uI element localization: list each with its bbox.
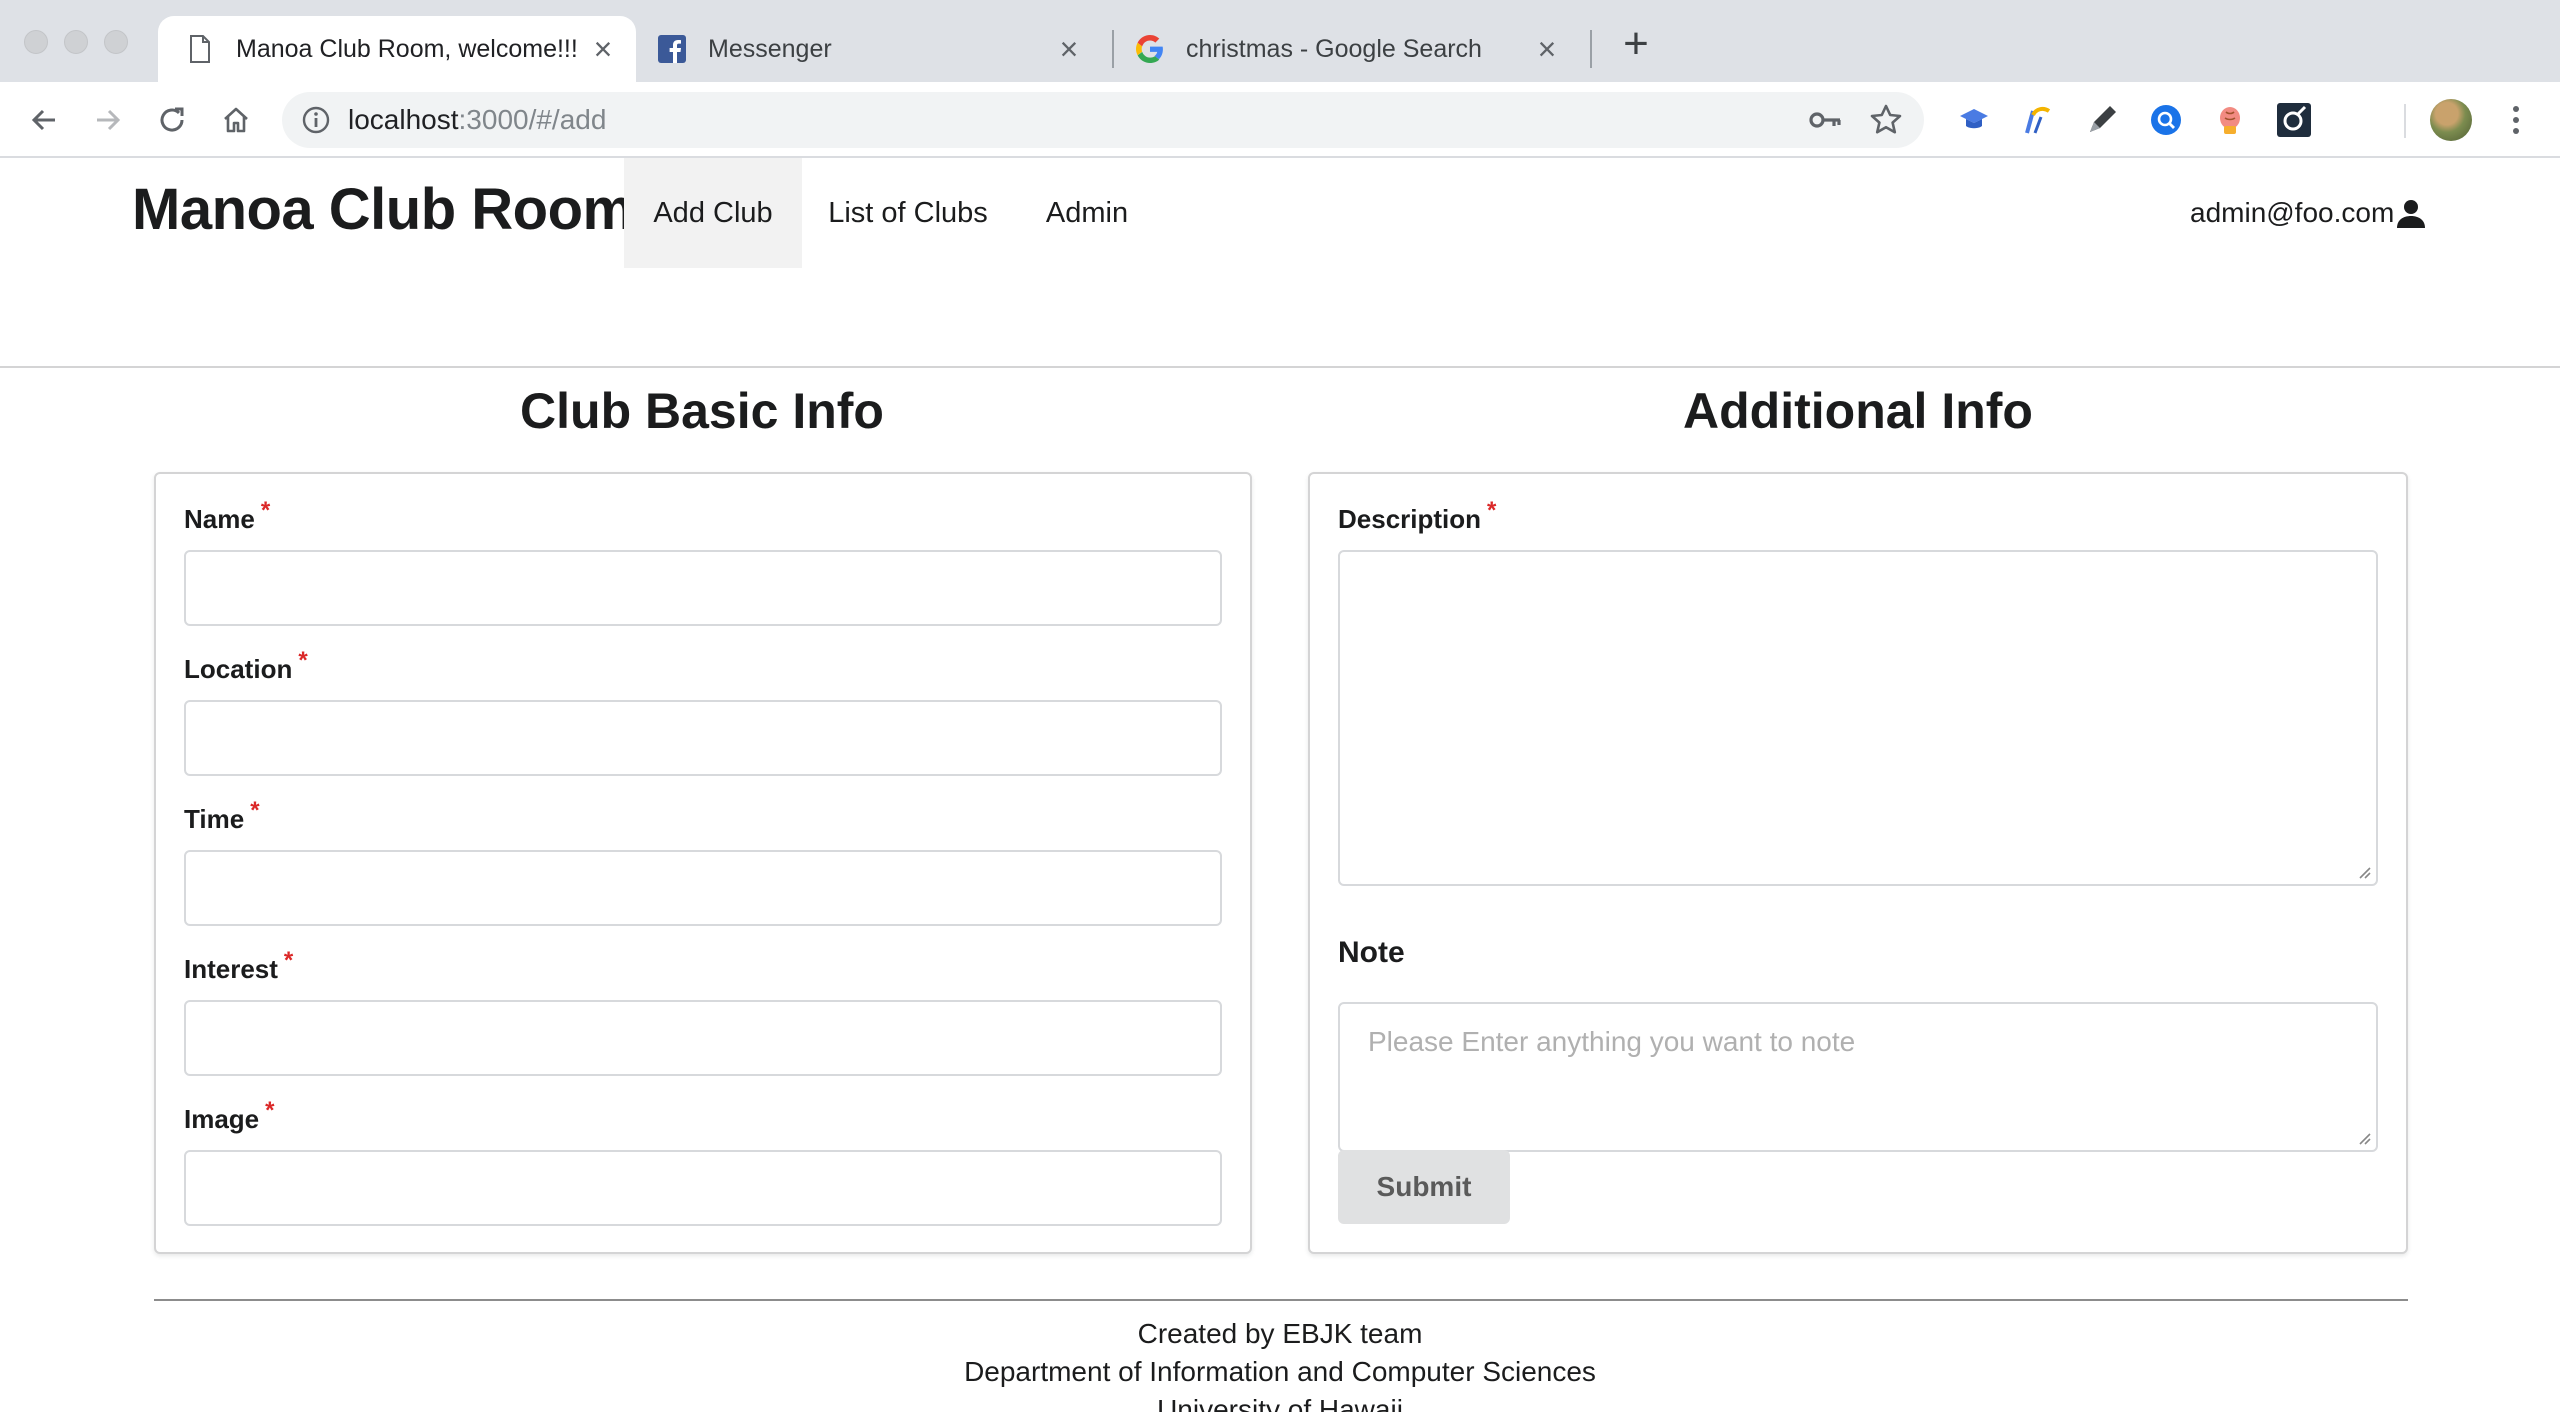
page-icon (186, 35, 214, 63)
tab-separator (1590, 30, 1592, 68)
image-label: Image * (184, 1097, 275, 1134)
forward-arrow-icon[interactable] (86, 98, 130, 142)
address-bar[interactable]: localhost:3000/#/add (282, 92, 1924, 148)
toolbar-divider (2404, 104, 2406, 138)
user-dropdown[interactable]: admin@foo.com (2190, 188, 2426, 238)
reload-icon[interactable] (150, 98, 194, 142)
app-navbar: Manoa Club Room Add Club List of Clubs A… (0, 158, 2560, 368)
interest-input[interactable] (184, 1000, 1222, 1076)
tab-title: christmas - Google Search (1186, 34, 1482, 63)
additional-info-card: Description * Note Please Enter anything … (1308, 472, 2408, 1254)
required-asterisk: * (265, 1097, 275, 1124)
graduation-cap-extension-icon[interactable] (1954, 100, 1994, 140)
club-basic-info-heading: Club Basic Info (520, 383, 884, 439)
location-label: Location * (184, 647, 308, 684)
tab-close-icon[interactable]: × (1054, 33, 1084, 65)
rewrite-extension-icon[interactable] (2018, 100, 2058, 140)
site-info-icon[interactable] (300, 104, 332, 136)
note-textarea[interactable]: Please Enter anything you want to note (1338, 1002, 2378, 1152)
tab-title: Manoa Club Room, welcome!!! (236, 34, 578, 63)
footer-department: Department of Information and Computer S… (964, 1356, 1596, 1387)
required-asterisk: * (1487, 497, 1497, 524)
profile-avatar[interactable] (2430, 99, 2472, 141)
brain-extension-icon[interactable] (2210, 100, 2250, 140)
resize-grip-icon[interactable] (2356, 1130, 2372, 1146)
note-placeholder: Please Enter anything you want to note (1368, 1026, 1856, 1057)
back-arrow-icon[interactable] (22, 98, 66, 142)
search-extension-icon[interactable] (2146, 100, 2186, 140)
tab-close-icon[interactable]: × (588, 33, 618, 65)
tab-title: Messenger (708, 34, 832, 63)
url-host: localhost (348, 104, 459, 135)
footer-university: University of Hawaii (1157, 1394, 1403, 1412)
url-path: :3000/#/add (458, 104, 607, 135)
user-icon (2396, 198, 2426, 228)
pen-extension-icon[interactable] (2082, 100, 2122, 140)
window-zoom-dot[interactable] (104, 30, 128, 54)
submit-button[interactable]: Submit (1338, 1150, 1510, 1224)
nav-add-club[interactable]: Add Club (624, 158, 802, 268)
browser-tab-active[interactable]: Manoa Club Room, welcome!!! × (158, 16, 636, 82)
footer-credit: Created by EBJK team (1137, 1318, 1423, 1349)
bookmark-star-icon[interactable] (1868, 102, 1904, 138)
browser-tab-strip: Manoa Club Room, welcome!!! × Messenger … (0, 0, 2560, 82)
dark-mode-extension-icon[interactable] (2274, 100, 2314, 140)
home-icon[interactable] (214, 98, 258, 142)
required-asterisk: * (260, 497, 271, 524)
browser-tab-google[interactable]: christmas - Google Search × (1114, 16, 1580, 82)
google-icon (1136, 35, 1164, 63)
required-asterisk: * (283, 947, 294, 974)
name-label: Name * (184, 497, 271, 534)
image-input[interactable] (184, 1150, 1222, 1226)
time-label: Time * (184, 797, 260, 834)
tab-close-icon[interactable]: × (1532, 33, 1562, 65)
browser-toolbar: localhost:3000/#/add (0, 82, 2560, 158)
window-minimize-dot[interactable] (64, 30, 88, 54)
footer-divider (154, 1299, 2408, 1301)
browser-tab-messenger[interactable]: Messenger × (636, 16, 1102, 82)
club-basic-info-card: Name * Location * Time * Interest * Image * (154, 472, 1252, 1254)
description-textarea[interactable] (1338, 550, 2378, 886)
additional-info-heading: Additional Info (1683, 383, 2033, 439)
key-icon[interactable] (1808, 104, 1844, 136)
description-label: Description * (1338, 497, 1497, 534)
interest-label: Interest * (184, 947, 294, 984)
facebook-icon (658, 35, 686, 63)
note-label: Note (1338, 936, 1405, 969)
window-close-dot[interactable] (24, 30, 48, 54)
required-asterisk: * (250, 797, 260, 824)
brand-logo[interactable]: Manoa Club Room (132, 176, 634, 243)
user-email: admin@foo.com (2190, 197, 2395, 228)
new-tab-button[interactable]: + (1618, 22, 1654, 66)
browser-menu-icon[interactable] (2500, 100, 2532, 140)
time-input[interactable] (184, 850, 1222, 926)
nav-admin[interactable]: Admin (1028, 158, 1146, 268)
url-text[interactable]: localhost:3000/#/add (348, 104, 606, 136)
required-asterisk: * (298, 647, 308, 674)
location-input[interactable] (184, 700, 1222, 776)
nav-list-of-clubs[interactable]: List of Clubs (812, 158, 1004, 268)
name-input[interactable] (184, 550, 1222, 626)
resize-grip-icon[interactable] (2356, 864, 2372, 880)
